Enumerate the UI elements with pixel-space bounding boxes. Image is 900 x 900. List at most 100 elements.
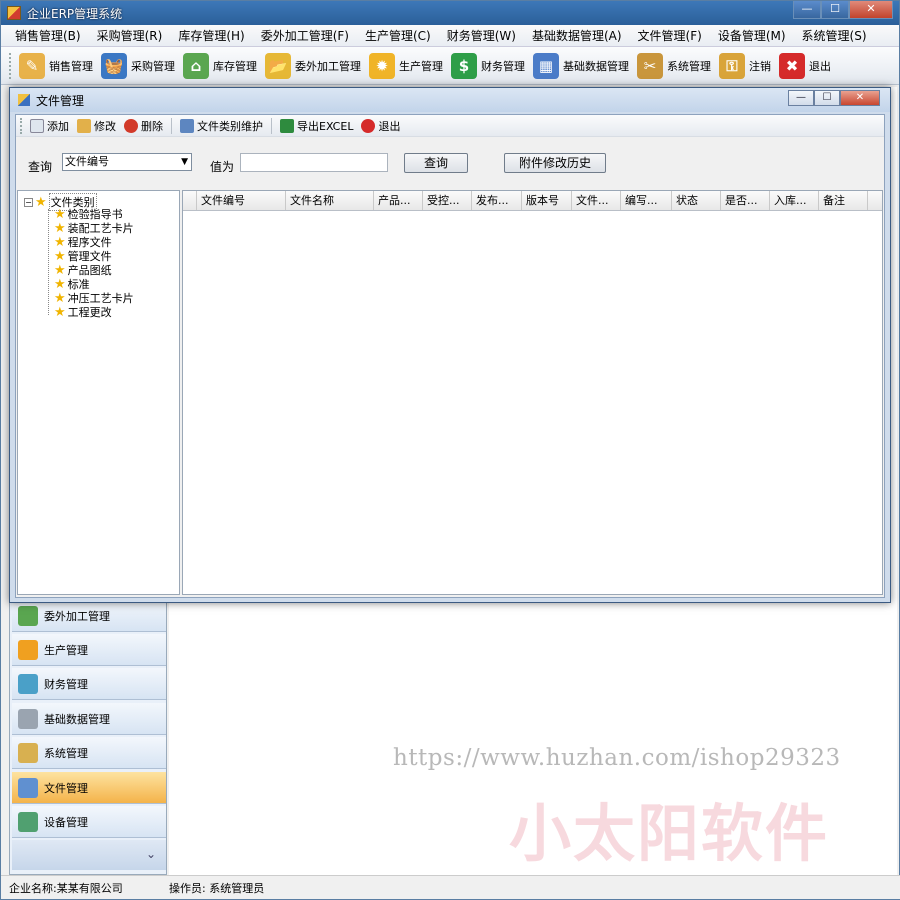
column-header[interactable]: 入库... (770, 191, 819, 210)
column-header[interactable]: 受控... (423, 191, 472, 210)
sidebar-item-5[interactable]: 文件管理 (12, 772, 166, 804)
toolbar-item-2[interactable]: ⌂ 库存管理 (183, 52, 257, 79)
tree-node[interactable]: ★ 装配工艺卡片 (54, 221, 134, 236)
toolbar-item-0[interactable]: ✎ 销售管理 (19, 52, 93, 79)
menu-finance[interactable]: 财务管理(W) (439, 27, 524, 44)
column-header[interactable]: 文件名称 (286, 191, 374, 210)
main-window: 企业ERP管理系统 — ☐ ✕ 销售管理(B) 采购管理(R) 库存管理(H) … (0, 0, 900, 900)
tree-node[interactable]: ★ 产品图纸 (54, 263, 112, 278)
sidebar-item-2[interactable]: 财务管理 (12, 668, 166, 700)
watermark-url: https://www.huzhan.com/ishop29323 (393, 745, 841, 771)
tree-node[interactable]: ★ 标准 (54, 277, 90, 292)
module-icon (18, 708, 38, 729)
child-titlebar[interactable]: 文件管理 — ☐ ✕ (10, 88, 890, 112)
column-header[interactable]: 发布... (472, 191, 522, 210)
module-icon (18, 742, 38, 763)
exit-icon (361, 118, 376, 133)
toolbar-label: 库存管理 (213, 59, 257, 73)
child-toolbar-item-5[interactable]: 退出 (361, 118, 400, 134)
child-toolbar-item-2[interactable]: 删除 (124, 118, 163, 134)
star-icon: ★ (54, 248, 66, 264)
sidebar-item-0[interactable]: 委外加工管理 (12, 600, 166, 632)
menu-files[interactable]: 文件管理(F) (630, 27, 710, 44)
toolbar-label: 委外加工管理 (295, 59, 361, 73)
app-icon (7, 6, 21, 20)
tree-node[interactable]: ★ 程序文件 (54, 235, 112, 250)
dropdown-arrow-icon[interactable]: ▼ (181, 154, 188, 170)
column-header[interactable]: 备注 (819, 191, 868, 210)
query-label: 查询 (28, 160, 53, 174)
grid-header: 文件编号 文件名称 产品... 受控... 发布... 版本号 文件... 编写... 状态 是否… (183, 191, 882, 211)
menu-inventory[interactable]: 库存管理(H) (170, 27, 252, 44)
query-button[interactable]: 查询 (404, 153, 468, 173)
child-toolbar-item-1[interactable]: 修改 (77, 118, 116, 134)
menu-purchase[interactable]: 采购管理(R) (89, 27, 171, 44)
toolbar-item-7[interactable]: ✂ 系统管理 (637, 52, 711, 79)
child-toolbar-item-3[interactable]: 文件类别维护 (180, 118, 263, 134)
column-header[interactable]: 版本号 (522, 191, 572, 210)
app-title: 企业ERP管理系统 (27, 6, 123, 21)
column-header[interactable]: 是否... (721, 191, 770, 210)
child-close-button[interactable]: ✕ (840, 90, 880, 106)
menu-basic-data[interactable]: 基础数据管理(A) (524, 27, 630, 44)
toolbar-grip[interactable] (9, 52, 13, 79)
toolbar-item-1[interactable]: 🧺 采购管理 (101, 52, 175, 79)
column-header[interactable]: 产品... (374, 191, 423, 210)
child-minimize-button[interactable]: — (788, 90, 814, 106)
toolbar-label: 注销 (749, 59, 771, 73)
excel-icon (280, 118, 294, 133)
pencil-icon: ✎ (19, 52, 45, 79)
toolbar-label: 财务管理 (481, 59, 525, 73)
tree-node[interactable]: ★ 工程更改 (54, 305, 112, 320)
column-header[interactable]: 编写... (621, 191, 672, 210)
toolbar-label: 系统管理 (667, 59, 711, 73)
child-toolbar-grip[interactable] (20, 117, 24, 134)
sidebar-item-1[interactable]: 生产管理 (12, 634, 166, 666)
child-maximize-button[interactable]: ☐ (814, 90, 840, 106)
toolbar-item-9[interactable]: ✖ 退出 (779, 52, 831, 79)
menu-equipment[interactable]: 设备管理(M) (710, 27, 794, 44)
value-label: 值为 (210, 160, 235, 174)
column-header[interactable]: 状态 (672, 191, 721, 210)
attachment-history-button[interactable]: 附件修改历史 (504, 153, 606, 173)
collapse-icon[interactable]: − (24, 197, 33, 207)
chevron-down-icon[interactable]: ⌄ (12, 840, 166, 870)
menu-outsource[interactable]: 委外加工管理(F) (253, 27, 357, 44)
new-doc-icon (30, 118, 44, 133)
dollar-icon: $ (451, 52, 477, 79)
close-button[interactable]: ✕ (849, 1, 893, 19)
sidebar-item-4[interactable]: 系统管理 (12, 737, 166, 769)
query-panel: 查询 文件编号 ▼ 值为 查询 附件修改历史 (16, 138, 884, 188)
sidebar-item-6[interactable]: 设备管理 (12, 806, 166, 838)
menu-production[interactable]: 生产管理(C) (357, 27, 439, 44)
child-toolbar-item-0[interactable]: 添加 (30, 118, 69, 134)
column-header[interactable]: 文件... (572, 191, 621, 210)
module-icon (18, 673, 38, 694)
watermark-brand: 小太阳软件 (509, 797, 830, 870)
column-header[interactable]: 文件编号 (197, 191, 286, 210)
toolbar-item-6[interactable]: ▦ 基础数据管理 (533, 52, 629, 79)
tree-node[interactable]: ★ 管理文件 (54, 248, 112, 264)
tree-node[interactable]: ★ 冲压工艺卡片 (54, 291, 134, 306)
main-titlebar[interactable]: 企业ERP管理系统 — ☐ ✕ (1, 1, 899, 25)
menu-system[interactable]: 系统管理(S) (794, 27, 875, 44)
toolbar-item-8[interactable]: ⚿ 注销 (719, 52, 771, 79)
menu-sales[interactable]: 销售管理(B) (7, 27, 89, 44)
toolbar-label: 采购管理 (131, 59, 175, 73)
sidebar-item-3[interactable]: 基础数据管理 (12, 703, 166, 735)
maximize-button[interactable]: ☐ (821, 1, 849, 19)
child-toolbar-item-4[interactable]: 导出EXCEL (280, 118, 353, 134)
star-icon: ★ (35, 194, 47, 210)
minimize-button[interactable]: — (793, 1, 821, 19)
child-toolbar-label: 退出 (378, 119, 401, 133)
query-value-input[interactable] (240, 153, 388, 172)
toolbar-item-4[interactable]: ✹ 生产管理 (369, 52, 443, 79)
query-field-select[interactable]: 文件编号 ▼ (62, 153, 192, 171)
tree-node[interactable]: ★ 检验指导书 (54, 207, 123, 222)
toolbar-item-3[interactable]: 📂 委外加工管理 (265, 52, 361, 79)
main-toolbar: ✎ 销售管理 🧺 采购管理 ⌂ 库存管理 📂 委外加工管理 ✹ 生产管理 $ 财务管理 ▦ 基础数据管理 ✂… (1, 47, 899, 85)
module-icon (18, 639, 38, 660)
toolbar-item-5[interactable]: $ 财务管理 (451, 52, 525, 79)
sidebar-item-label: 委外加工管理 (44, 609, 110, 623)
status-bar: 企业名称:某某有限公司 操作员: 系统管理员 (1, 875, 900, 899)
